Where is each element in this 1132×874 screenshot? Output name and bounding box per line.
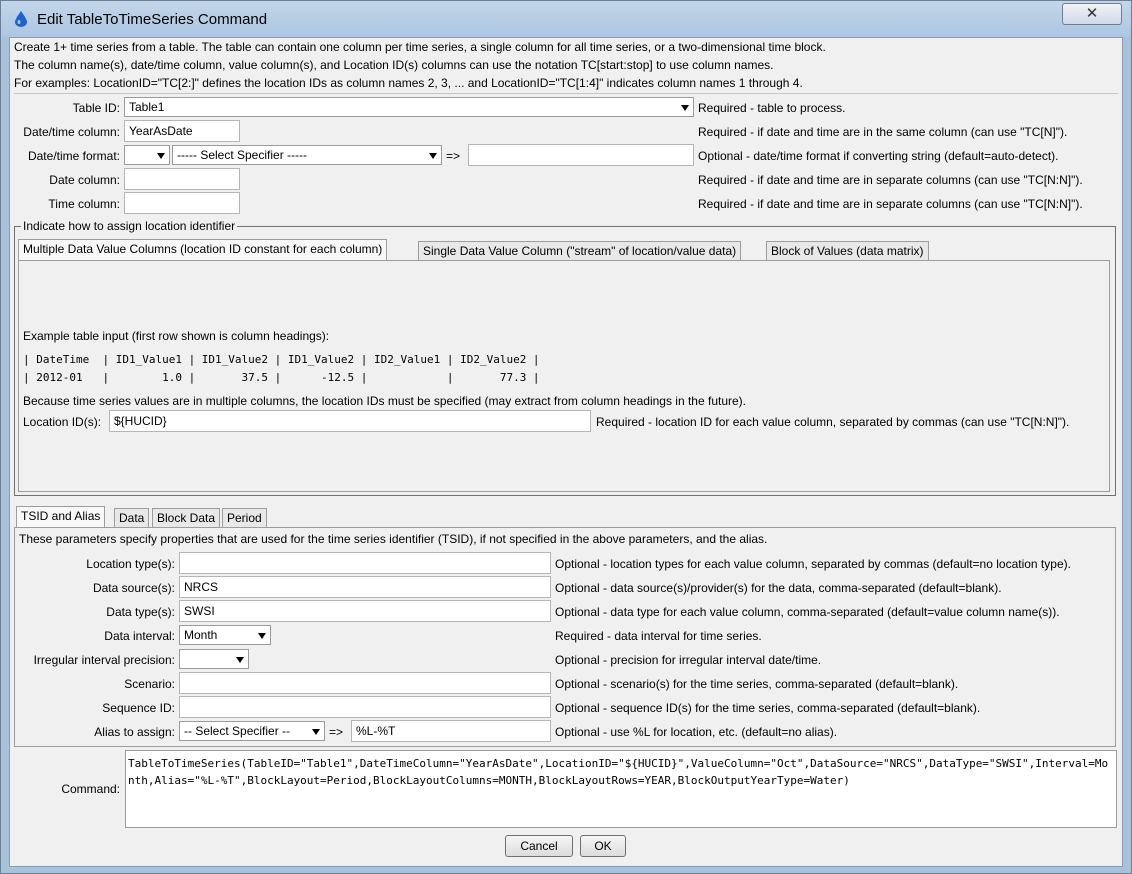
format-arrow-label: => xyxy=(446,149,461,163)
description-line-2: The column name(s), date/time column, va… xyxy=(14,58,774,72)
tsid-tab-strip: TSID and Alias Data Block Data Period xyxy=(16,506,1118,528)
data-source-label: Data source(s): xyxy=(92,581,175,595)
date-column-input[interactable] xyxy=(124,168,240,190)
datetime-format-label: Date/time format: xyxy=(27,149,120,163)
chevron-down-icon xyxy=(157,153,165,159)
command-textarea[interactable]: TableToTimeSeries(TableID="Table1",DateT… xyxy=(125,750,1117,828)
close-button[interactable]: ✕ xyxy=(1062,3,1122,25)
location-ids-input[interactable]: ${HUCID} xyxy=(109,410,591,432)
datetime-format-specifier-select[interactable]: ----- Select Specifier ----- xyxy=(172,145,442,165)
location-types-note: Optional - location types for each value… xyxy=(555,557,1071,571)
location-tab-strip: Multiple Data Value Columns (location ID… xyxy=(18,239,1112,261)
alias-specifier-select[interactable]: -- Select Specifier -- xyxy=(179,721,325,741)
dialog-content: Create 1+ time series from a table. The … xyxy=(9,37,1123,867)
chevron-down-icon xyxy=(681,105,689,111)
location-ids-note: Required - location ID for each value co… xyxy=(596,415,1070,429)
data-type-note: Optional - data type for each value colu… xyxy=(555,605,1060,619)
datetime-column-input[interactable]: YearAsDate xyxy=(124,120,240,142)
description-line-1: Create 1+ time series from a table. The … xyxy=(14,40,826,54)
table-id-note: Required - table to process. xyxy=(698,101,846,115)
datetime-format-type-select[interactable] xyxy=(124,145,170,165)
table-id-label: Table ID: xyxy=(72,101,120,115)
example-row-header: | DateTime | ID1_Value1 | ID1_Value2 | I… xyxy=(23,353,540,366)
tab-block-data[interactable]: Block Data xyxy=(152,508,221,528)
alias-specifier-value: -- Select Specifier -- xyxy=(184,724,291,738)
data-source-input[interactable]: NRCS xyxy=(179,576,551,598)
data-interval-select[interactable]: Month xyxy=(179,625,271,645)
chevron-down-icon xyxy=(236,657,244,663)
datetime-column-label: Date/time column: xyxy=(23,125,120,139)
sequence-id-note: Optional - sequence ID(s) for the time s… xyxy=(555,701,981,715)
data-interval-label: Data interval: xyxy=(104,629,175,643)
chevron-down-icon xyxy=(312,729,320,735)
irregular-precision-note: Optional - precision for irregular inter… xyxy=(555,653,822,667)
datetime-format-note: Optional - date/time format if convertin… xyxy=(698,149,1059,163)
alias-input[interactable]: %L-%T xyxy=(351,720,551,742)
time-column-label: Time column: xyxy=(48,197,120,211)
time-column-note: Required - if date and time are in separ… xyxy=(698,197,1083,211)
separator xyxy=(14,93,1118,94)
location-types-input[interactable] xyxy=(179,552,551,574)
title-bar[interactable]: Edit TableToTimeSeries Command ✕ xyxy=(1,1,1131,37)
data-source-note: Optional - data source(s)/provider(s) fo… xyxy=(555,581,1002,595)
tsid-description: These parameters specify properties that… xyxy=(19,532,768,546)
scenario-input[interactable] xyxy=(179,672,551,694)
datetime-format-specifier-value: ----- Select Specifier ----- xyxy=(177,148,308,162)
tab-single-data-value-column[interactable]: Single Data Value Column ("stream" of lo… xyxy=(418,241,742,261)
tsid-tab-panel: These parameters specify properties that… xyxy=(14,527,1116,747)
location-ids-label: Location ID(s): xyxy=(23,415,102,429)
scenario-label: Scenario: xyxy=(124,677,175,691)
data-interval-note: Required - data interval for time series… xyxy=(555,629,762,643)
sequence-id-input[interactable] xyxy=(179,696,551,718)
example-heading: Example table input (first row shown is … xyxy=(23,329,330,343)
description-line-3: For examples: LocationID="TC[2:]" define… xyxy=(14,76,803,90)
location-tab-panel: Example table input (first row shown is … xyxy=(18,260,1110,492)
data-type-label: Data type(s): xyxy=(106,605,175,619)
ok-button[interactable]: OK xyxy=(580,835,626,857)
alias-label: Alias to assign: xyxy=(94,725,175,739)
tab-period[interactable]: Period xyxy=(222,508,267,528)
close-icon: ✕ xyxy=(1085,5,1099,22)
table-id-value: Table1 xyxy=(129,100,165,114)
tab-block-of-values[interactable]: Block of Values (data matrix) xyxy=(766,241,929,261)
table-id-select[interactable]: Table1 xyxy=(124,97,694,117)
alias-note: Optional - use %L for location, etc. (de… xyxy=(555,725,838,739)
cancel-button[interactable]: Cancel xyxy=(505,835,573,857)
irregular-precision-label: Irregular interval precision: xyxy=(33,653,175,667)
location-types-label: Location type(s): xyxy=(86,557,175,571)
tab-tsid-and-alias[interactable]: TSID and Alias xyxy=(16,506,106,528)
datetime-column-note: Required - if date and time are in the s… xyxy=(698,125,1068,139)
sequence-id-label: Sequence ID: xyxy=(102,701,175,715)
window-title: Edit TableToTimeSeries Command xyxy=(37,11,268,28)
location-group: Indicate how to assign location identifi… xyxy=(14,219,1116,496)
datetime-format-input[interactable] xyxy=(468,144,694,166)
date-column-note: Required - if date and time are in separ… xyxy=(698,173,1083,187)
dialog-window: Edit TableToTimeSeries Command ✕ Create … xyxy=(0,0,1132,874)
data-interval-value: Month xyxy=(184,628,218,642)
chevron-down-icon xyxy=(429,153,437,159)
tab-multiple-data-value-columns[interactable]: Multiple Data Value Columns (location ID… xyxy=(18,239,388,261)
location-group-title: Indicate how to assign location identifi… xyxy=(21,219,238,233)
irregular-precision-select[interactable] xyxy=(179,649,249,669)
location-explanation: Because time series values are in multip… xyxy=(23,394,746,408)
example-row-data: | 2012-01 | 1.0 | 37.5 | -12.5 | | 77.3 … xyxy=(23,371,540,384)
command-label: Command: xyxy=(61,782,120,796)
water-drop-icon xyxy=(15,11,27,27)
data-type-input[interactable]: SWSI xyxy=(179,600,551,622)
date-column-label: Date column: xyxy=(49,173,120,187)
alias-arrow-label: => xyxy=(329,725,344,739)
time-column-input[interactable] xyxy=(124,192,240,214)
scenario-note: Optional - scenario(s) for the time seri… xyxy=(555,677,959,691)
tab-data[interactable]: Data xyxy=(114,508,150,528)
chevron-down-icon xyxy=(258,633,266,639)
